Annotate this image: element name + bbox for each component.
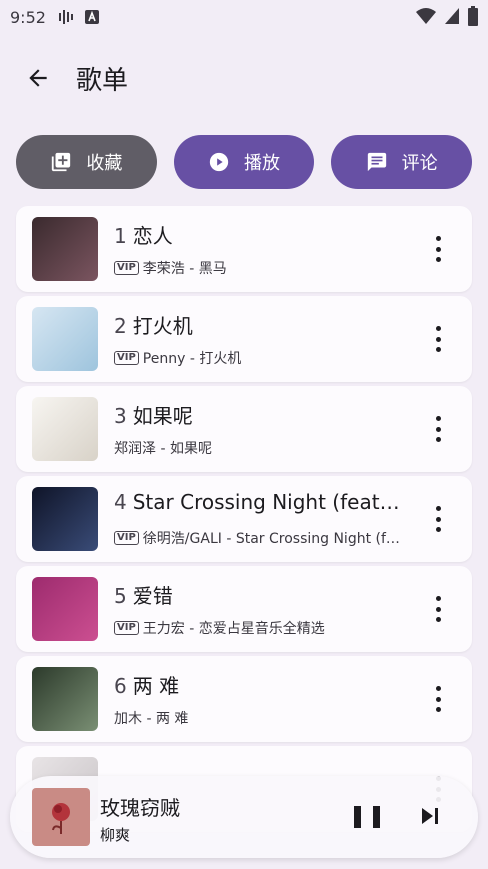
page-title: 歌单 <box>76 65 129 96</box>
artist-album: Penny - 打火机 <box>142 351 242 367</box>
comment-label: 评论 <box>401 153 438 174</box>
cell-signal-icon <box>445 8 459 24</box>
song-name: 打火机 <box>132 314 193 338</box>
song-subtitle: VIP 李荣浩 - 黑马 <box>114 258 404 278</box>
vip-badge: VIP <box>114 531 139 545</box>
comment-icon <box>367 152 386 172</box>
song-row[interactable]: 4Star Crossing Night (feat. GALI) VIP徐明浩… <box>16 476 472 562</box>
battery-icon <box>468 6 478 26</box>
vip-badge: VIP <box>114 351 139 365</box>
more-options-button[interactable] <box>434 686 442 712</box>
album-cover <box>32 487 98 551</box>
song-index: 2 <box>114 314 127 338</box>
song-row[interactable]: 2 打火机 VIP Penny - 打火机 <box>16 296 472 382</box>
song-title: 2 打火机 <box>114 310 404 339</box>
more-options-button[interactable] <box>434 506 442 532</box>
song-row[interactable]: 3 如果呢 郑润泽 - 如果呢 <box>16 386 472 472</box>
song-name: 爱错 <box>132 584 173 608</box>
action-row: 收藏 播放 评论 <box>16 135 473 189</box>
keyboard-app-icon <box>84 10 99 24</box>
song-row[interactable]: 1 恋人 VIP 李荣浩 - 黑马 <box>16 206 472 292</box>
song-subtitle: VIP Penny - 打火机 <box>114 348 404 368</box>
artist-album: 加木 - 两 难 <box>114 711 189 727</box>
song-subtitle: VIP 王力宏 - 恋爱占星音乐全精选 <box>114 618 404 638</box>
more-options-button[interactable] <box>434 596 442 622</box>
rose-icon <box>52 803 70 834</box>
artist-album: 王力宏 - 恋爱占星音乐全精选 <box>142 621 325 637</box>
comment-button[interactable]: 评论 <box>331 135 473 189</box>
album-cover <box>32 577 98 641</box>
album-cover <box>32 397 98 461</box>
back-button[interactable] <box>10 50 66 106</box>
song-subtitle: 加木 - 两 难 <box>114 708 404 728</box>
song-index: 5 <box>114 584 127 608</box>
song-name: Star Crossing Night (feat. GALI) <box>132 490 404 514</box>
song-title: 1 恋人 <box>114 220 404 249</box>
now-playing-cover <box>32 788 90 846</box>
artist-album: 徐明浩/GALI - Star Crossing Night (feat. GA… <box>142 531 404 547</box>
song-title: 4Star Crossing Night (feat. GALI) <box>114 490 404 514</box>
song-row[interactable]: 5 爱错 VIP 王力宏 - 恋爱占星音乐全精选 <box>16 566 472 652</box>
song-title: 3 如果呢 <box>114 400 404 429</box>
album-cover <box>32 307 98 371</box>
song-index: 6 <box>114 674 127 698</box>
play-circle-icon <box>209 152 229 172</box>
more-options-button[interactable] <box>434 236 442 262</box>
song-index: 3 <box>114 404 127 428</box>
play-all-button[interactable]: 播放 <box>173 135 315 189</box>
song-name: 恋人 <box>132 224 173 248</box>
song-subtitle: 郑润泽 - 如果呢 <box>114 438 404 458</box>
pause-button[interactable] <box>354 802 380 832</box>
skip-next-icon[interactable] <box>418 804 442 828</box>
audio-bars-icon <box>58 10 73 24</box>
collect-button[interactable]: 收藏 <box>16 135 157 189</box>
arrow-back-icon <box>29 69 47 87</box>
song-title: 5 爱错 <box>114 580 404 609</box>
status-bar: 9:52 <box>0 0 488 34</box>
now-playing-artist: 柳爽 <box>100 826 131 844</box>
album-cover <box>32 217 98 281</box>
collect-label: 收藏 <box>86 153 123 174</box>
mini-player[interactable]: 玫瑰窃贼 柳爽 <box>10 776 478 858</box>
song-row[interactable]: 6两 难 加木 - 两 难 <box>16 656 472 742</box>
artist-album: 李荣浩 - 黑马 <box>142 261 227 277</box>
song-list: 1 恋人 VIP 李荣浩 - 黑马 2 打火机 VIP Penny - 打火机 3 如果呢… <box>16 206 472 836</box>
song-index: 1 <box>114 224 127 248</box>
more-options-button[interactable] <box>434 326 442 352</box>
song-name: 如果呢 <box>132 404 193 428</box>
now-playing-title: 玫瑰窃贼 <box>100 796 180 820</box>
album-cover <box>32 667 98 731</box>
song-title: 6两 难 <box>114 670 404 699</box>
artist-album: 郑润泽 - 如果呢 <box>114 441 212 457</box>
vip-badge: VIP <box>114 621 139 635</box>
vip-badge: VIP <box>114 261 139 275</box>
status-time: 9:52 <box>10 7 46 27</box>
more-options-button[interactable] <box>434 416 442 442</box>
song-subtitle: VIP徐明浩/GALI - Star Crossing Night (feat.… <box>114 528 404 548</box>
song-index: 4 <box>114 490 127 514</box>
add-library-icon <box>52 152 71 172</box>
song-name: 两 难 <box>132 674 180 698</box>
wifi-icon <box>416 8 436 24</box>
play-label: 播放 <box>244 153 280 174</box>
top-app-bar: 歌单 <box>0 50 488 106</box>
